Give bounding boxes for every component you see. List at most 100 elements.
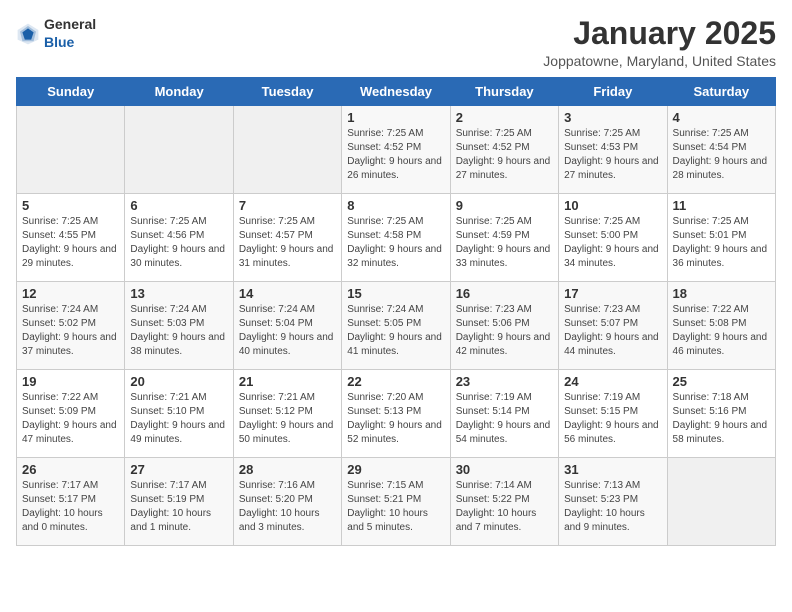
calendar-cell: 3 Sunrise: 7:25 AMSunset: 4:53 PMDaylight… bbox=[559, 106, 667, 194]
day-number: 15 bbox=[347, 286, 444, 301]
day-number: 8 bbox=[347, 198, 444, 213]
day-info: Sunrise: 7:22 AMSunset: 5:08 PMDaylight:… bbox=[673, 303, 770, 359]
calendar-cell bbox=[125, 106, 233, 194]
calendar-cell: 1 Sunrise: 7:25 AMSunset: 4:52 PMDaylight… bbox=[342, 106, 450, 194]
logo: General Blue bbox=[16, 16, 96, 52]
day-info: Sunrise: 7:16 AMSunset: 5:20 PMDaylight:… bbox=[239, 479, 336, 535]
calendar-cell: 2 Sunrise: 7:25 AMSunset: 4:52 PMDaylight… bbox=[450, 106, 558, 194]
day-info: Sunrise: 7:13 AMSunset: 5:23 PMDaylight:… bbox=[564, 479, 661, 535]
day-info: Sunrise: 7:25 AMSunset: 4:52 PMDaylight:… bbox=[456, 127, 553, 183]
day-info: Sunrise: 7:25 AMSunset: 4:59 PMDaylight:… bbox=[456, 215, 553, 271]
day-info: Sunrise: 7:25 AMSunset: 4:52 PMDaylight:… bbox=[347, 127, 444, 183]
day-info: Sunrise: 7:25 AMSunset: 5:01 PMDaylight:… bbox=[673, 215, 770, 271]
day-number: 13 bbox=[130, 286, 227, 301]
day-info: Sunrise: 7:24 AMSunset: 5:05 PMDaylight:… bbox=[347, 303, 444, 359]
logo-icon bbox=[16, 22, 40, 46]
day-number: 16 bbox=[456, 286, 553, 301]
calendar-cell: 8 Sunrise: 7:25 AMSunset: 4:58 PMDaylight… bbox=[342, 194, 450, 282]
calendar-cell: 15 Sunrise: 7:24 AMSunset: 5:05 PMDayligh… bbox=[342, 282, 450, 370]
day-number: 6 bbox=[130, 198, 227, 213]
calendar-cell: 23 Sunrise: 7:19 AMSunset: 5:14 PMDayligh… bbox=[450, 370, 558, 458]
day-info: Sunrise: 7:24 AMSunset: 5:02 PMDaylight:… bbox=[22, 303, 119, 359]
day-info: Sunrise: 7:21 AMSunset: 5:10 PMDaylight:… bbox=[130, 391, 227, 447]
day-number: 14 bbox=[239, 286, 336, 301]
day-number: 25 bbox=[673, 374, 770, 389]
calendar-cell: 24Sunrise: 7:19 AMSunset: 5:15 PMDayligh… bbox=[559, 370, 667, 458]
weekday-header-saturday: Saturday bbox=[667, 78, 775, 106]
day-number: 5 bbox=[22, 198, 119, 213]
calendar-cell: 30 Sunrise: 7:14 AMSunset: 5:22 PMDayligh… bbox=[450, 458, 558, 546]
day-number: 24 bbox=[564, 374, 661, 389]
day-info: Sunrise: 7:24 AMSunset: 5:03 PMDaylight:… bbox=[130, 303, 227, 359]
day-number: 4 bbox=[673, 110, 770, 125]
day-info: Sunrise: 7:25 AMSunset: 4:54 PMDaylight:… bbox=[673, 127, 770, 183]
calendar-cell: 21Sunrise: 7:21 AMSunset: 5:12 PMDayligh… bbox=[233, 370, 341, 458]
day-info: Sunrise: 7:25 AMSunset: 4:57 PMDaylight:… bbox=[239, 215, 336, 271]
day-info: Sunrise: 7:25 AMSunset: 5:00 PMDaylight:… bbox=[564, 215, 661, 271]
day-info: Sunrise: 7:18 AMSunset: 5:16 PMDaylight:… bbox=[673, 391, 770, 447]
weekday-header-sunday: Sunday bbox=[17, 78, 125, 106]
weekday-header-monday: Monday bbox=[125, 78, 233, 106]
day-number: 23 bbox=[456, 374, 553, 389]
calendar-cell: 9 Sunrise: 7:25 AMSunset: 4:59 PMDaylight… bbox=[450, 194, 558, 282]
day-number: 7 bbox=[239, 198, 336, 213]
day-info: Sunrise: 7:25 AMSunset: 4:58 PMDaylight:… bbox=[347, 215, 444, 271]
day-number: 22 bbox=[347, 374, 444, 389]
calendar-cell: 22 Sunrise: 7:20 AMSunset: 5:13 PMDayligh… bbox=[342, 370, 450, 458]
day-number: 30 bbox=[456, 462, 553, 477]
day-number: 19 bbox=[22, 374, 119, 389]
calendar-cell: 16 Sunrise: 7:23 AMSunset: 5:06 PMDayligh… bbox=[450, 282, 558, 370]
calendar-cell: 28Sunrise: 7:16 AMSunset: 5:20 PMDayligh… bbox=[233, 458, 341, 546]
calendar-cell: 14 Sunrise: 7:24 AMSunset: 5:04 PMDayligh… bbox=[233, 282, 341, 370]
day-number: 17 bbox=[564, 286, 661, 301]
day-info: Sunrise: 7:19 AMSunset: 5:14 PMDaylight:… bbox=[456, 391, 553, 447]
week-row-2: 5Sunrise: 7:25 AMSunset: 4:55 PMDaylight… bbox=[17, 194, 776, 282]
calendar-cell: 20 Sunrise: 7:21 AMSunset: 5:10 PMDayligh… bbox=[125, 370, 233, 458]
day-info: Sunrise: 7:25 AMSunset: 4:53 PMDaylight:… bbox=[564, 127, 661, 183]
calendar-table: SundayMondayTuesdayWednesdayThursdayFrid… bbox=[16, 77, 776, 546]
day-info: Sunrise: 7:24 AMSunset: 5:04 PMDaylight:… bbox=[239, 303, 336, 359]
calendar-cell: 18 Sunrise: 7:22 AMSunset: 5:08 PMDayligh… bbox=[667, 282, 775, 370]
calendar-header: General Blue January 2025 Joppatowne, Ma… bbox=[16, 16, 776, 69]
week-row-1: 1 Sunrise: 7:25 AMSunset: 4:52 PMDaylight… bbox=[17, 106, 776, 194]
calendar-cell: 11Sunrise: 7:25 AMSunset: 5:01 PMDayligh… bbox=[667, 194, 775, 282]
calendar-cell: 4 Sunrise: 7:25 AMSunset: 4:54 PMDaylight… bbox=[667, 106, 775, 194]
calendar-body: 1 Sunrise: 7:25 AMSunset: 4:52 PMDaylight… bbox=[17, 106, 776, 546]
calendar-cell: 13 Sunrise: 7:24 AMSunset: 5:03 PMDayligh… bbox=[125, 282, 233, 370]
day-number: 21 bbox=[239, 374, 336, 389]
day-number: 3 bbox=[564, 110, 661, 125]
week-row-5: 26 Sunrise: 7:17 AMSunset: 5:17 PMDayligh… bbox=[17, 458, 776, 546]
day-info: Sunrise: 7:20 AMSunset: 5:13 PMDaylight:… bbox=[347, 391, 444, 447]
week-row-4: 19 Sunrise: 7:22 AMSunset: 5:09 PMDayligh… bbox=[17, 370, 776, 458]
calendar-cell: 29Sunrise: 7:15 AMSunset: 5:21 PMDayligh… bbox=[342, 458, 450, 546]
day-number: 12 bbox=[22, 286, 119, 301]
day-info: Sunrise: 7:17 AMSunset: 5:17 PMDaylight:… bbox=[22, 479, 119, 535]
calendar-cell: 31Sunrise: 7:13 AMSunset: 5:23 PMDayligh… bbox=[559, 458, 667, 546]
day-info: Sunrise: 7:22 AMSunset: 5:09 PMDaylight:… bbox=[22, 391, 119, 447]
day-info: Sunrise: 7:17 AMSunset: 5:19 PMDaylight:… bbox=[130, 479, 227, 535]
calendar-cell: 10Sunrise: 7:25 AMSunset: 5:00 PMDayligh… bbox=[559, 194, 667, 282]
calendar-cell: 5Sunrise: 7:25 AMSunset: 4:55 PMDaylight… bbox=[17, 194, 125, 282]
weekday-header-thursday: Thursday bbox=[450, 78, 558, 106]
weekday-header-tuesday: Tuesday bbox=[233, 78, 341, 106]
calendar-title: January 2025 bbox=[543, 16, 776, 51]
day-number: 18 bbox=[673, 286, 770, 301]
day-info: Sunrise: 7:14 AMSunset: 5:22 PMDaylight:… bbox=[456, 479, 553, 535]
day-number: 20 bbox=[130, 374, 227, 389]
day-number: 27 bbox=[130, 462, 227, 477]
day-number: 2 bbox=[456, 110, 553, 125]
calendar-cell bbox=[667, 458, 775, 546]
calendar-cell: 26 Sunrise: 7:17 AMSunset: 5:17 PMDayligh… bbox=[17, 458, 125, 546]
weekday-header-row: SundayMondayTuesdayWednesdayThursdayFrid… bbox=[17, 78, 776, 106]
day-number: 1 bbox=[347, 110, 444, 125]
title-area: January 2025 Joppatowne, Maryland, Unite… bbox=[543, 16, 776, 69]
weekday-header-friday: Friday bbox=[559, 78, 667, 106]
day-number: 9 bbox=[456, 198, 553, 213]
day-info: Sunrise: 7:23 AMSunset: 5:06 PMDaylight:… bbox=[456, 303, 553, 359]
day-number: 26 bbox=[22, 462, 119, 477]
day-info: Sunrise: 7:23 AMSunset: 5:07 PMDaylight:… bbox=[564, 303, 661, 359]
day-info: Sunrise: 7:15 AMSunset: 5:21 PMDaylight:… bbox=[347, 479, 444, 535]
calendar-cell bbox=[233, 106, 341, 194]
week-row-3: 12 Sunrise: 7:24 AMSunset: 5:02 PMDayligh… bbox=[17, 282, 776, 370]
calendar-subtitle: Joppatowne, Maryland, United States bbox=[543, 53, 776, 69]
